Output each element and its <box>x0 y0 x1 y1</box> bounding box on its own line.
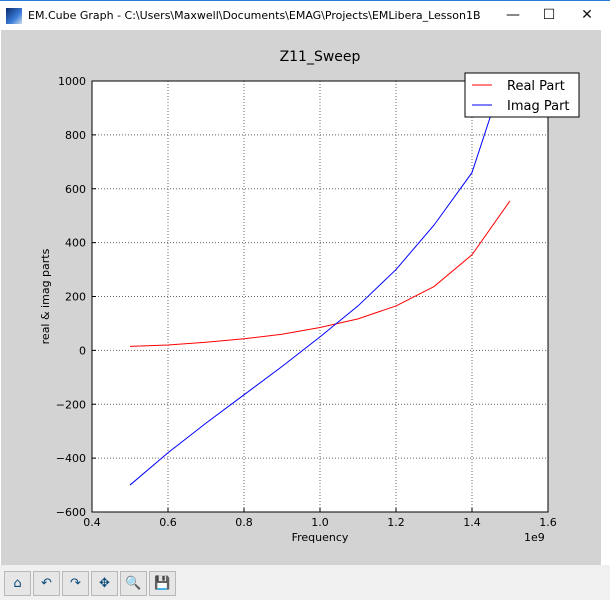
y-tick-label: 800 <box>65 129 86 142</box>
x-tick-label: 1.4 <box>463 516 481 529</box>
y-tick-label: 600 <box>65 183 86 196</box>
y-tick-label: −200 <box>56 398 86 411</box>
y-axis-label: real & imag parts <box>39 248 52 344</box>
home-icon: ⌂ <box>13 576 22 591</box>
legend-label: Imag Part <box>507 99 570 114</box>
y-tick-label: 400 <box>65 237 86 250</box>
y-tick-label: −600 <box>56 506 86 519</box>
x-axis-label: Frequency <box>292 531 349 544</box>
x-tick-label: 0.8 <box>235 516 253 529</box>
chart: 0.4 0.6 0.8 1.0 1.2 1.4 1.6−600−400−2000200400… <box>39 49 580 544</box>
navigation-toolbar: ⌂ ↶ ↷ ✥ 🔍 💾 <box>0 565 610 600</box>
x-tick-label: 1.0 <box>311 516 329 529</box>
zoom-icon: 🔍 <box>125 576 142 591</box>
x-tick-label: 1.2 <box>387 516 405 529</box>
save-icon: 💾 <box>154 576 171 591</box>
y-tick-label: 1000 <box>58 75 86 88</box>
y-tick-label: −400 <box>56 452 86 465</box>
back-icon: ↶ <box>41 576 52 591</box>
zoom-button[interactable]: 🔍 <box>120 571 147 596</box>
pan-icon: ✥ <box>99 576 110 591</box>
back-button[interactable]: ↶ <box>33 571 60 596</box>
forward-icon: ↷ <box>70 576 81 591</box>
y-tick-label: 200 <box>65 291 86 304</box>
home-button[interactable]: ⌂ <box>4 571 31 596</box>
x-tick-label: 1.6 <box>539 516 557 529</box>
x-offset-label: 1e9 <box>524 531 545 544</box>
pan-button[interactable]: ✥ <box>91 571 118 596</box>
save-button[interactable]: 💾 <box>149 571 176 596</box>
forward-button[interactable]: ↷ <box>62 571 89 596</box>
x-tick-label: 0.6 <box>159 516 177 529</box>
legend-label: Real Part <box>507 79 565 94</box>
y-tick-label: 0 <box>79 344 86 357</box>
chart-title: Z11_Sweep <box>280 49 361 65</box>
